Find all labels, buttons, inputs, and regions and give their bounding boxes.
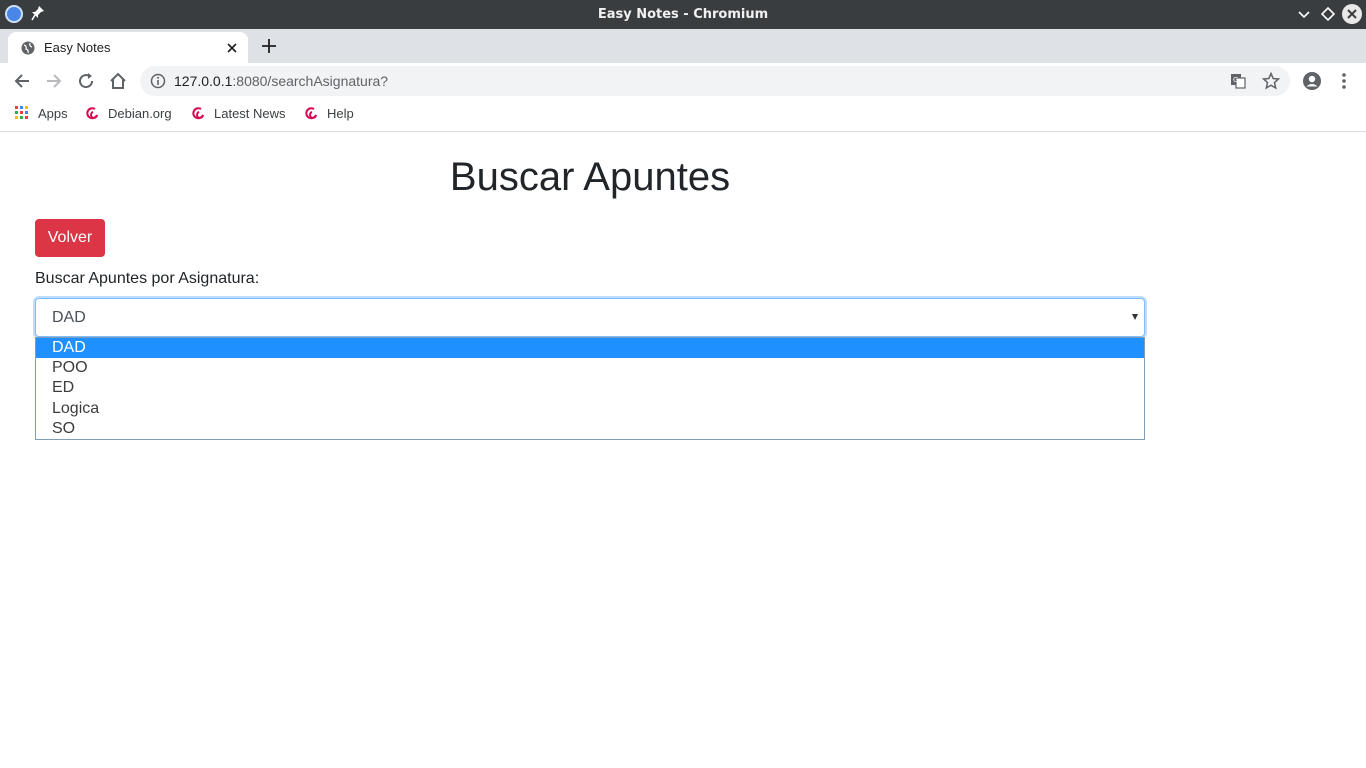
- window-title: Easy Notes - Chromium: [597, 7, 769, 22]
- bookmark-label: Latest News: [214, 106, 286, 121]
- address-bar[interactable]: 127.0.0.1:8080/searchAsignatura? G: [140, 66, 1290, 96]
- page-content: Buscar Apuntes Volver Buscar Apuntes por…: [0, 133, 1366, 768]
- home-icon[interactable]: [108, 71, 128, 91]
- debian-icon: [192, 107, 204, 120]
- bookmark-help[interactable]: Help: [304, 99, 364, 131]
- profile-avatar-icon[interactable]: [1302, 71, 1322, 91]
- asignatura-dropdown-list: DAD POO ED Logica SO: [35, 337, 1145, 440]
- dropdown-arrow-icon[interactable]: [1132, 314, 1138, 320]
- asignatura-select[interactable]: DAD: [35, 298, 1145, 337]
- url-text[interactable]: 127.0.0.1:8080/searchAsignatura?: [174, 66, 388, 96]
- volver-button[interactable]: Volver: [35, 219, 105, 257]
- globe-icon: [21, 41, 35, 55]
- forward-arrow-icon[interactable]: [44, 71, 64, 91]
- browser-toolbar: 127.0.0.1:8080/searchAsignatura? G: [0, 63, 1366, 99]
- apps-grid-icon: [15, 106, 28, 119]
- option-dad[interactable]: DAD: [36, 338, 1144, 358]
- debian-icon: [86, 107, 98, 120]
- bookmark-debian-org[interactable]: Debian.org: [85, 99, 180, 131]
- tab-title: Easy Notes: [44, 40, 111, 55]
- page-title: Buscar Apuntes: [449, 155, 731, 199]
- search-label: Buscar Apuntes por Asignatura:: [35, 270, 260, 287]
- back-arrow-icon[interactable]: [12, 71, 32, 91]
- tab-close-icon[interactable]: [224, 40, 240, 56]
- maximize-icon[interactable]: [1318, 4, 1338, 24]
- new-tab-icon[interactable]: [259, 36, 279, 56]
- debian-icon: [305, 107, 317, 120]
- minimize-icon[interactable]: [1294, 4, 1314, 24]
- window-titlebar: Easy Notes - Chromium: [0, 0, 1366, 29]
- bookmark-latest-news[interactable]: Latest News: [191, 99, 296, 131]
- option-logica[interactable]: Logica: [36, 399, 1144, 419]
- tab-easy-notes[interactable]: Easy Notes: [8, 32, 248, 63]
- select-value: DAD: [52, 309, 86, 326]
- bookmark-label: Help: [327, 106, 354, 121]
- bookmark-label: Debian.org: [108, 106, 172, 121]
- url-host: 127.0.0.1: [174, 73, 233, 89]
- reload-icon[interactable]: [76, 71, 96, 91]
- info-icon[interactable]: [150, 73, 166, 89]
- kebab-menu-icon[interactable]: [1336, 71, 1352, 91]
- bookmark-apps[interactable]: Apps: [15, 99, 75, 131]
- bookmark-label: Apps: [38, 106, 68, 121]
- tab-strip: Easy Notes: [0, 29, 1366, 63]
- bookmark-star-icon[interactable]: [1262, 72, 1280, 90]
- option-poo[interactable]: POO: [36, 358, 1144, 378]
- bookmarks-bar: Apps Debian.org Latest News Help: [0, 99, 1366, 132]
- translate-icon[interactable]: G: [1230, 73, 1246, 89]
- url-path: :8080/searchAsignatura?: [232, 73, 389, 89]
- svg-text:G: G: [1233, 76, 1238, 84]
- close-window-icon[interactable]: [1342, 4, 1362, 24]
- option-so[interactable]: SO: [36, 419, 1144, 439]
- option-ed[interactable]: ED: [36, 378, 1144, 398]
